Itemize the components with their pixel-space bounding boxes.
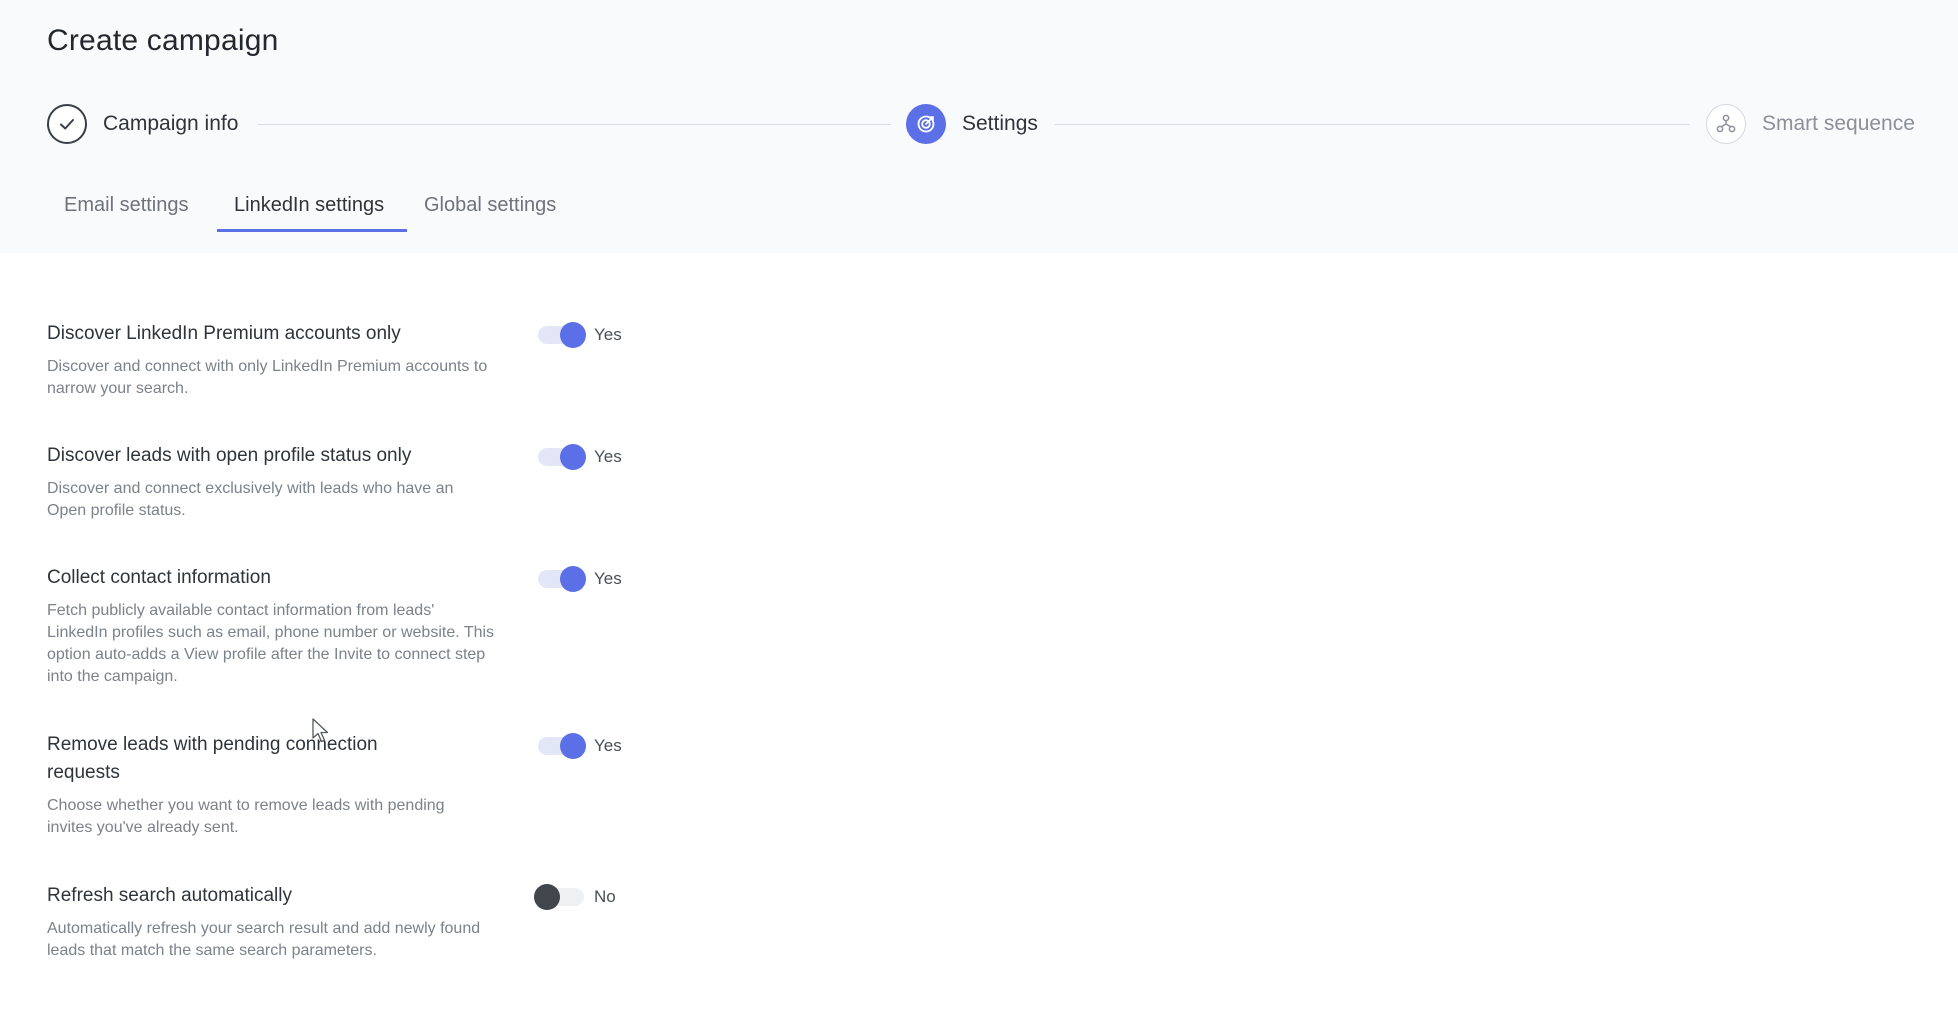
- settings-tabs: Email settings LinkedIn settings Global …: [47, 176, 582, 232]
- step-smart-sequence[interactable]: Smart sequence: [1706, 104, 1915, 144]
- setting-title: Refresh search automatically: [47, 885, 292, 906]
- setting-title: Discover LinkedIn Premium accounts only: [47, 323, 401, 344]
- setting-title: Discover leads with open profile status …: [47, 445, 412, 466]
- remove-pending-toggle[interactable]: [538, 733, 586, 759]
- collect-contact-toggle-group: Yes: [538, 566, 622, 592]
- toggle-state-label: Yes: [594, 736, 622, 755]
- setting-description: Discover and connect with only LinkedIn …: [47, 358, 488, 397]
- remove-pending-toggle-group: Yes: [538, 733, 622, 759]
- check-icon: [47, 104, 87, 144]
- setting-description: Fetch publicly available contact informa…: [47, 602, 495, 685]
- toggle-state-label: No: [594, 887, 616, 906]
- target-icon: [906, 104, 946, 144]
- toggle-state-label: Yes: [594, 447, 622, 466]
- setting-refresh-search: Refresh search automatically Automatical…: [47, 882, 647, 962]
- step-campaign-info[interactable]: Campaign info: [47, 104, 238, 144]
- toggle-knob: [560, 566, 586, 592]
- premium-only-toggle-group: Yes: [538, 322, 622, 348]
- toggle-knob: [560, 322, 586, 348]
- open-profile-toggle-group: Yes: [538, 444, 622, 470]
- step-settings[interactable]: Settings: [906, 104, 1038, 144]
- toggle-knob: [534, 884, 560, 910]
- setting-description: Choose whether you want to remove leads …: [47, 797, 445, 836]
- setting-title: Collect contact information: [47, 567, 271, 588]
- header-area: Create campaign Campaign info Settings S…: [0, 0, 1958, 253]
- refresh-search-toggle-group: No: [534, 884, 616, 910]
- step-connector: [1055, 124, 1690, 125]
- setting-collect-contact-info: Collect contact information Fetch public…: [47, 564, 647, 688]
- step-label: Campaign info: [103, 112, 239, 135]
- page-title: Create campaign: [47, 24, 279, 57]
- setting-open-profile-only: Discover leads with open profile status …: [47, 442, 647, 522]
- tab-email-settings[interactable]: Email settings: [47, 176, 217, 232]
- setting-description: Discover and connect exclusively with le…: [47, 480, 454, 519]
- toggle-state-label: Yes: [594, 325, 622, 344]
- setting-description: Automatically refresh your search result…: [47, 920, 481, 959]
- toggle-knob: [560, 733, 586, 759]
- step-label: Settings: [962, 112, 1038, 135]
- open-profile-toggle[interactable]: [538, 444, 586, 470]
- tab-global-settings[interactable]: Global settings: [407, 176, 582, 232]
- mouse-cursor-icon: [312, 718, 329, 743]
- step-label: Smart sequence: [1762, 112, 1915, 135]
- setting-title: Remove leads with pending connection req…: [47, 734, 378, 783]
- sequence-icon: [1706, 104, 1746, 144]
- premium-only-toggle[interactable]: [538, 322, 586, 348]
- toggle-knob: [560, 444, 586, 470]
- step-connector: [258, 124, 891, 125]
- toggle-state-label: Yes: [594, 569, 622, 588]
- collect-contact-toggle[interactable]: [538, 566, 586, 592]
- setting-premium-only: Discover LinkedIn Premium accounts only …: [47, 320, 647, 400]
- refresh-search-toggle[interactable]: [534, 884, 584, 910]
- setting-remove-pending: Remove leads with pending connection req…: [47, 731, 647, 839]
- tab-linkedin-settings[interactable]: LinkedIn settings: [217, 176, 407, 232]
